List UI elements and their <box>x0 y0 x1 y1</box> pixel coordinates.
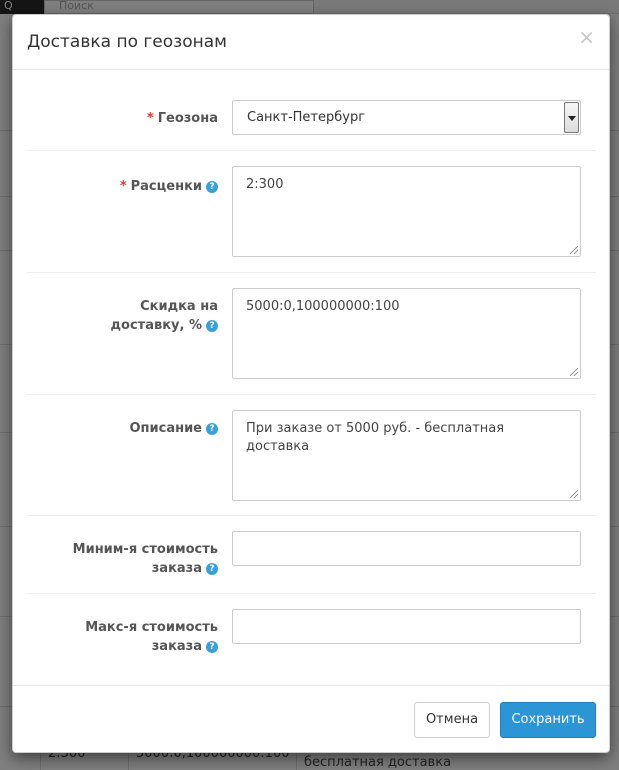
form-row-rates: * Расценки? 2:300 <box>27 151 596 273</box>
discount-label-text: Скидка на доставку, % <box>110 299 218 333</box>
resize-handle-icon[interactable] <box>570 490 578 498</box>
discount-textarea-value: 5000:0,100000000:100 <box>246 299 400 314</box>
question-circle-icon[interactable]: ? <box>206 641 218 653</box>
rates-textarea[interactable]: 2:300 <box>232 166 581 257</box>
chevron-down-icon[interactable] <box>564 102 579 133</box>
close-icon[interactable]: × <box>578 27 595 47</box>
form-row-min-total: Миним-я стоимость заказа? <box>27 516 596 594</box>
form-row-discount: Скидка на доставку, %? 5000:0,100000000:… <box>27 273 596 395</box>
min-total-input[interactable] <box>232 531 581 566</box>
max-total-label-text: Макс-я стоимость заказа <box>85 620 218 654</box>
resize-handle-icon[interactable] <box>570 368 578 376</box>
rates-textarea-value: 2:300 <box>246 177 284 192</box>
geozone-select-wrap: Санкт-Петербург <box>232 100 581 135</box>
resize-handle-icon[interactable] <box>570 246 578 254</box>
geozone-select-value: Санкт-Петербург <box>247 110 366 125</box>
required-marker: * <box>119 179 127 194</box>
description-textarea-value: При заказе от 5000 руб. - бесплатная дос… <box>246 421 505 454</box>
geozone-select[interactable]: Санкт-Петербург <box>232 100 581 135</box>
modal-title: Доставка по геозонам <box>27 32 227 52</box>
description-textarea-wrap: При заказе от 5000 руб. - бесплатная дос… <box>232 410 581 501</box>
question-circle-icon[interactable]: ? <box>206 320 218 332</box>
geozone-label: * Геозона <box>48 109 218 128</box>
question-circle-icon[interactable]: ? <box>206 181 218 193</box>
form-row-max-total: Макс-я стоимость заказа? <box>27 594 596 672</box>
cancel-button[interactable]: Отмена <box>414 702 490 738</box>
description-label-text: Описание <box>129 421 202 436</box>
required-marker: * <box>146 111 154 126</box>
discount-textarea-wrap: 5000:0,100000000:100 <box>232 288 581 379</box>
form-row-description: Описание? При заказе от 5000 руб. - бесп… <box>27 395 596 516</box>
discount-textarea[interactable]: 5000:0,100000000:100 <box>232 288 581 379</box>
geozone-shipping-modal: Доставка по геозонам × * Геозона Санкт-Пе… <box>12 14 610 753</box>
max-total-label: Макс-я стоимость заказа? <box>68 618 218 656</box>
max-total-input-wrap <box>232 609 581 644</box>
rates-textarea-wrap: 2:300 <box>232 166 581 257</box>
discount-label: Скидка на доставку, %? <box>68 297 218 335</box>
question-circle-icon[interactable]: ? <box>206 563 218 575</box>
description-label: Описание? <box>48 419 218 438</box>
save-button[interactable]: Сохранить <box>500 702 596 738</box>
modal-header: Доставка по геозонам × <box>13 15 609 70</box>
geozone-label-text: Геозона <box>157 111 218 126</box>
min-total-input-wrap <box>232 531 581 566</box>
min-total-label-text: Миним-я стоимость заказа <box>72 542 218 576</box>
form-row-geozone: * Геозона Санкт-Петербург <box>27 85 596 151</box>
max-total-input[interactable] <box>232 609 581 644</box>
question-circle-icon[interactable]: ? <box>206 423 218 435</box>
min-total-label: Миним-я стоимость заказа? <box>48 540 218 578</box>
rates-label-text: Расценки <box>130 179 202 194</box>
description-textarea[interactable]: При заказе от 5000 руб. - бесплатная дос… <box>232 410 581 501</box>
modal-footer: Отмена Сохранить <box>13 685 609 753</box>
rates-label: * Расценки? <box>48 177 218 196</box>
